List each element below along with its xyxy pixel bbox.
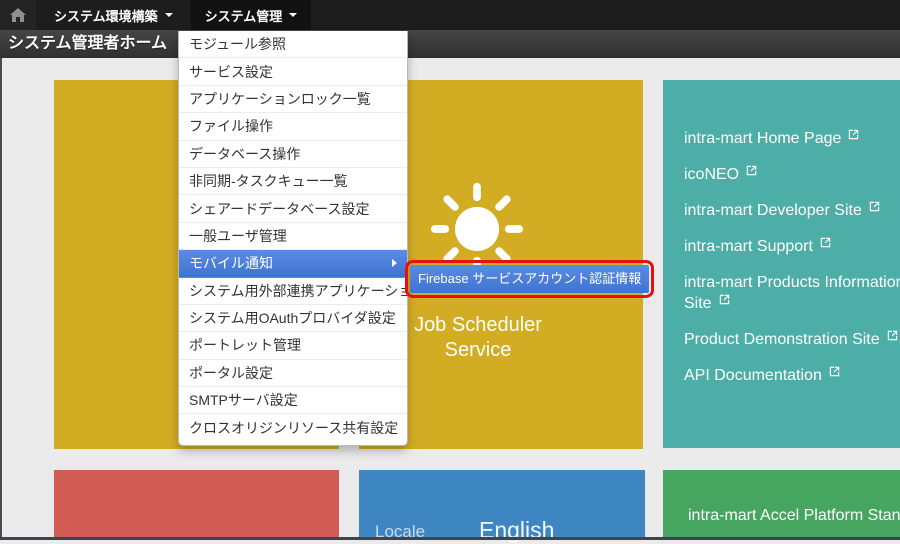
link-products-information-site[interactable]: intra-mart Products Information Site: [684, 272, 900, 314]
menu-item-module-reference[interactable]: モジュール参照: [179, 31, 407, 58]
external-link-icon: [820, 237, 831, 248]
top-nav: システム環境構築 システム管理: [0, 0, 900, 30]
tile-platform: intra-mart Accel Platform Stan: [663, 470, 900, 540]
external-link-icon: [746, 165, 757, 176]
menu-item-general-user-management[interactable]: 一般ユーザ管理: [179, 223, 407, 250]
link-support[interactable]: intra-mart Support: [684, 236, 900, 257]
menu-item-mobile-notification[interactable]: モバイル通知: [179, 250, 407, 277]
home-button[interactable]: [0, 0, 36, 30]
menu-item-portal-settings[interactable]: ポータル設定: [179, 360, 407, 387]
nav-item-label: システム環境構築: [54, 6, 158, 25]
page-title: システム管理者ホーム: [8, 35, 167, 52]
external-link-icon: [719, 294, 730, 305]
nav-item-system-environment[interactable]: システム環境構築: [40, 0, 187, 30]
external-link-icon: [869, 201, 880, 212]
home-icon: [10, 8, 26, 22]
menu-item-application-lock-list[interactable]: アプリケーションロック一覧: [179, 86, 407, 113]
submenu-item-firebase-service-account[interactable]: Firebase サービスアカウント認証情報: [410, 265, 649, 293]
caret-down-icon: [165, 13, 173, 17]
tile-links: intra-mart Home Page icoNEO intra-mart D…: [663, 80, 900, 448]
tile-red: [54, 470, 339, 540]
system-admin-menu: モジュール参照 サービス設定 アプリケーションロック一覧 ファイル操作 データベ…: [178, 31, 408, 446]
nav-item-system-admin[interactable]: システム管理: [191, 0, 312, 30]
external-link-icon: [829, 366, 840, 377]
caret-down-icon: [289, 13, 297, 17]
menu-item-smtp-server-settings[interactable]: SMTPサーバ設定: [179, 387, 407, 414]
external-link-icon: [848, 129, 859, 140]
window-left-edge: [0, 58, 2, 537]
tile-locale: Locale English: [359, 470, 645, 540]
menu-item-cors-settings[interactable]: クロスオリジンリソース共有設定: [179, 414, 407, 441]
platform-text: intra-mart Accel Platform Stan: [688, 507, 900, 525]
page-header: システム管理者ホーム: [0, 30, 900, 58]
nav-item-label: システム管理: [205, 6, 283, 25]
external-link-icon: [887, 330, 898, 341]
menu-item-async-task-queue-list[interactable]: 非同期-タスクキュー一覧: [179, 168, 407, 195]
menu-item-service-settings[interactable]: サービス設定: [179, 58, 407, 85]
menu-item-portlet-management[interactable]: ポートレット管理: [179, 332, 407, 359]
menu-item-file-operations[interactable]: ファイル操作: [179, 113, 407, 140]
menu-item-shared-database-settings[interactable]: シェアードデータベース設定: [179, 195, 407, 222]
link-developer-site[interactable]: intra-mart Developer Site: [684, 200, 900, 221]
link-product-demonstration-site[interactable]: Product Demonstration Site: [684, 329, 900, 350]
menu-item-system-external-apps[interactable]: システム用外部連携アプリケーション: [179, 278, 407, 305]
link-iconeo[interactable]: icoNEO: [684, 164, 900, 185]
submenu-arrow-icon: [392, 259, 397, 267]
link-intra-mart-home-page[interactable]: intra-mart Home Page: [684, 128, 900, 149]
annotation-highlight-box: Firebase サービスアカウント認証情報: [405, 260, 654, 298]
menu-item-database-operations[interactable]: データベース操作: [179, 141, 407, 168]
link-api-documentation[interactable]: API Documentation: [684, 365, 900, 386]
menu-item-system-oauth-provider[interactable]: システム用OAuthプロバイダ設定: [179, 305, 407, 332]
